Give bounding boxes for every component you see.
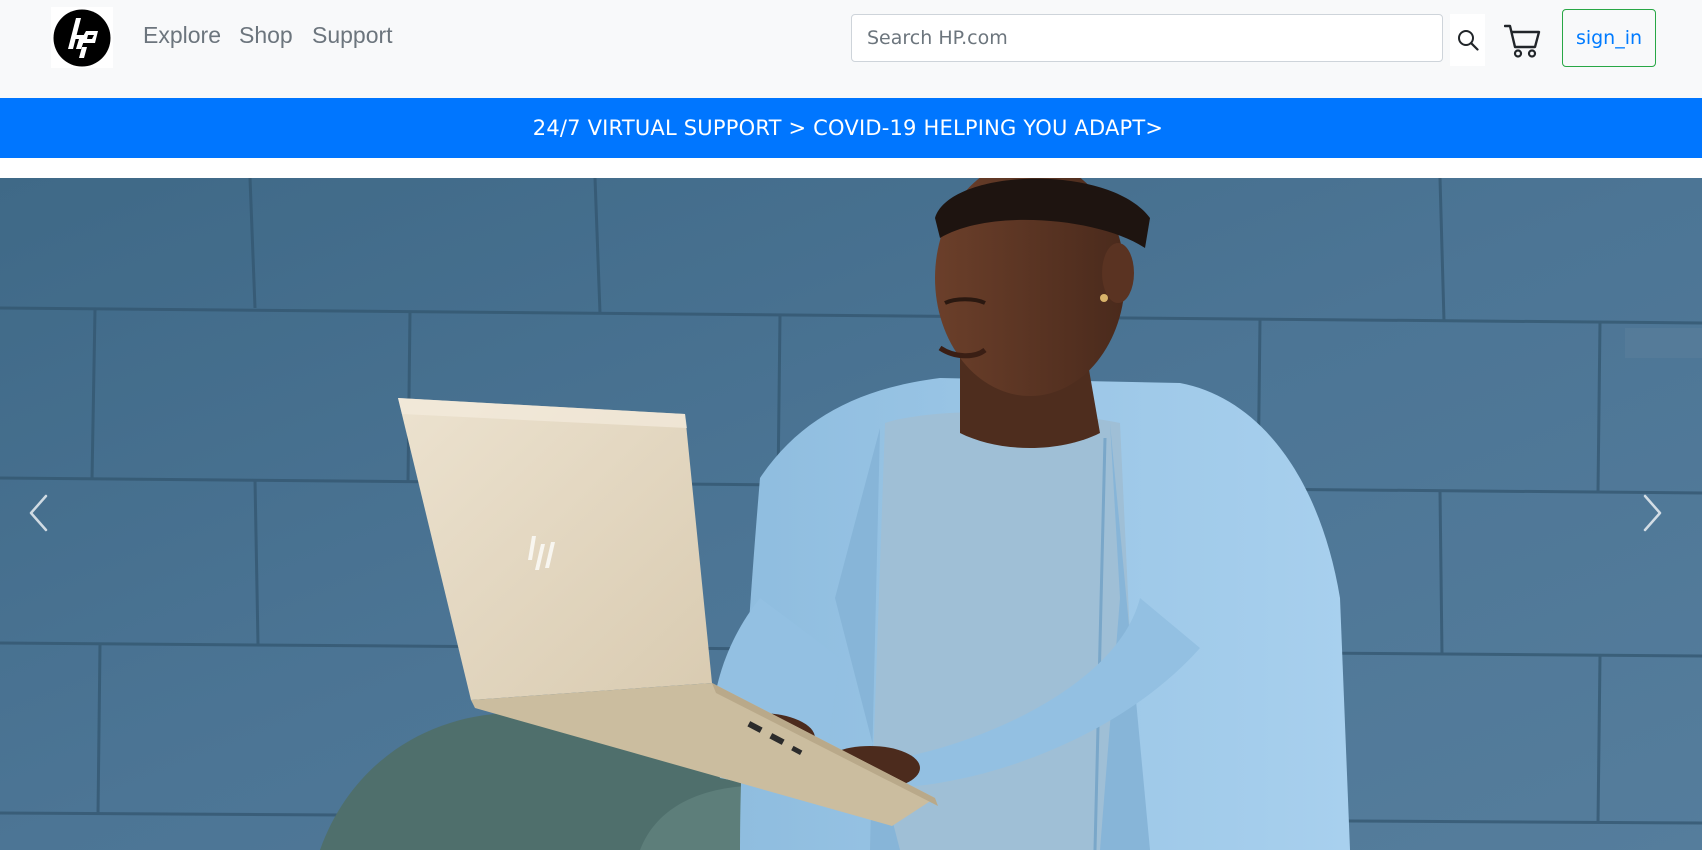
chevron-left-icon xyxy=(29,494,48,532)
carousel-next-button[interactable] xyxy=(1623,468,1683,558)
search-icon xyxy=(1457,30,1479,51)
sign-in-button[interactable]: sign_in xyxy=(1562,9,1656,67)
hp-logo-icon xyxy=(53,9,111,66)
promo-link[interactable]: 24/7 VIRTUAL SUPPORT > COVID-19 HELPING … xyxy=(533,116,1163,140)
search-button[interactable] xyxy=(1450,14,1485,66)
cart-button[interactable] xyxy=(1503,22,1543,60)
hero-carousel xyxy=(0,178,1702,850)
hero-image xyxy=(0,178,1702,850)
chevron-right-icon xyxy=(1643,494,1662,532)
carousel-prev-button[interactable] xyxy=(8,468,68,558)
nav-support[interactable]: Support xyxy=(312,22,393,49)
search-input[interactable] xyxy=(851,14,1443,62)
hp-logo-link[interactable] xyxy=(51,7,113,68)
nav-explore[interactable]: Explore xyxy=(143,22,221,49)
page: Explore Shop Support sign_in 24/7 VIRTUA… xyxy=(0,0,1702,850)
promo-bar: 24/7 VIRTUAL SUPPORT > COVID-19 HELPING … xyxy=(0,98,1702,158)
navbar: Explore Shop Support sign_in xyxy=(0,0,1702,98)
nav-shop[interactable]: Shop xyxy=(239,22,293,49)
cart-icon xyxy=(1504,24,1541,58)
